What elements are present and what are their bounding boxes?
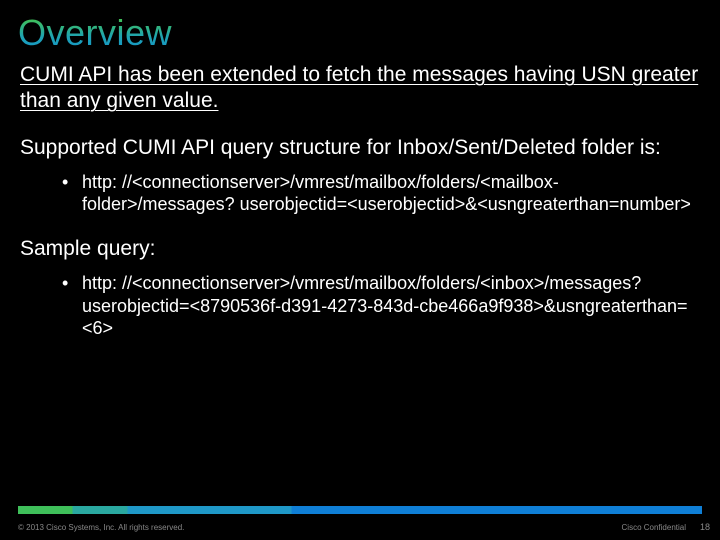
slide-body: CUMI API has been extended to fetch the … [0, 62, 720, 340]
footer-confidential: Cisco Confidential [622, 523, 686, 532]
footer-copyright: © 2013 Cisco Systems, Inc. All rights re… [18, 523, 184, 532]
sample-query-list: http: //<connectionserver>/vmrest/mailbo… [20, 272, 700, 340]
sample-label: Sample query: [20, 236, 700, 262]
slide: Overview CUMI API has been extended to f… [0, 0, 720, 540]
intro-paragraph: CUMI API has been extended to fetch the … [20, 62, 700, 115]
query-template-item: http: //<connectionserver>/vmrest/mailbo… [62, 171, 700, 216]
footer-accent-bar [18, 506, 702, 514]
supported-label: Supported CUMI API query structure for I… [20, 135, 700, 161]
footer-page-number: 18 [700, 522, 710, 532]
query-template-list: http: //<connectionserver>/vmrest/mailbo… [20, 171, 700, 216]
sample-query-item: http: //<connectionserver>/vmrest/mailbo… [62, 272, 700, 340]
slide-title: Overview [0, 0, 720, 56]
